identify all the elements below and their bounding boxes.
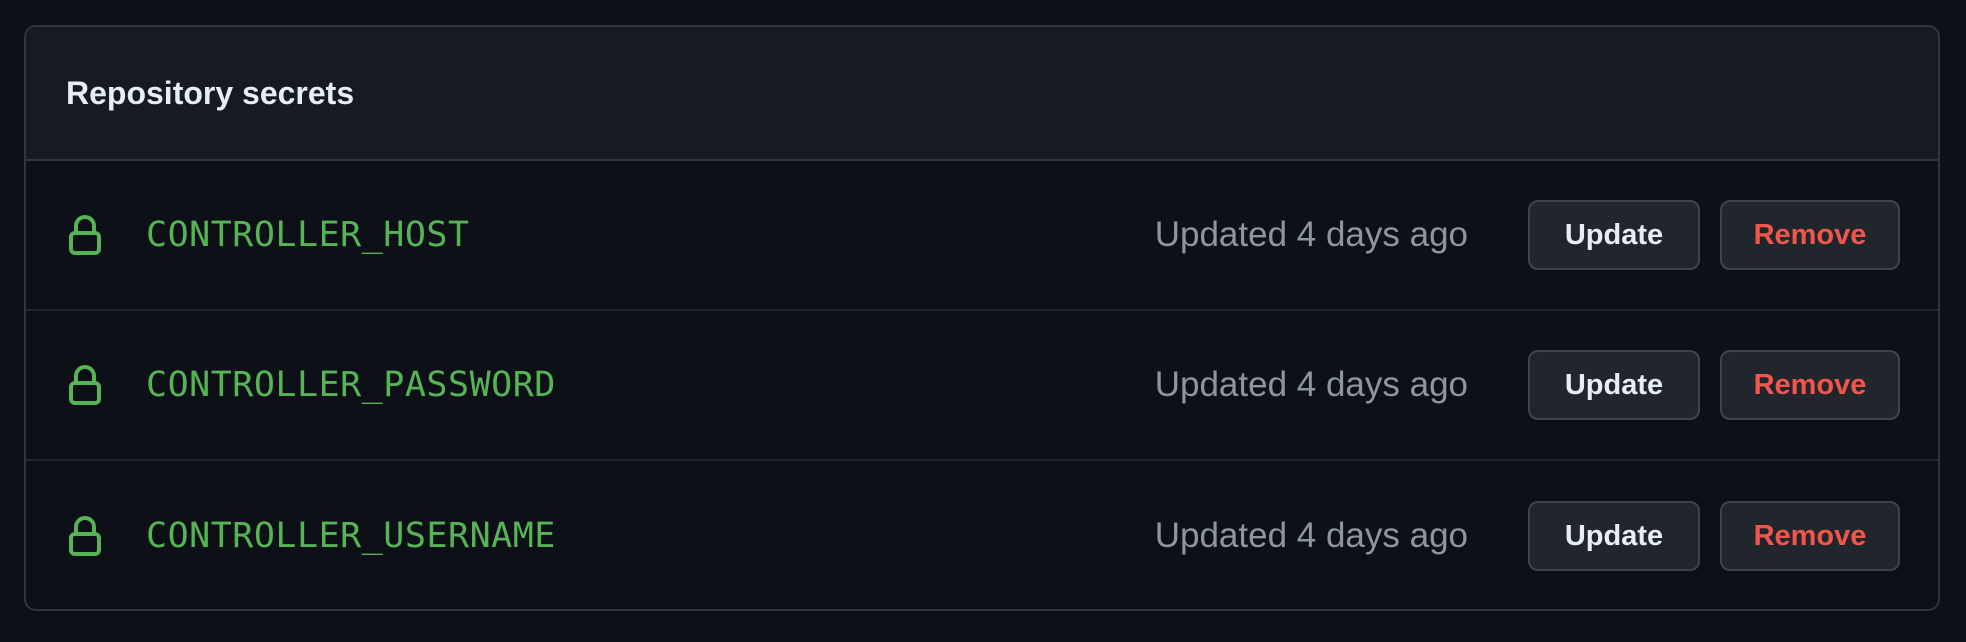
updated-timestamp: Updated 4 days ago: [1154, 516, 1468, 555]
updated-timestamp: Updated 4 days ago: [1154, 215, 1468, 254]
remove-button[interactable]: Remove: [1720, 200, 1900, 270]
lock-icon: [68, 215, 102, 255]
remove-button[interactable]: Remove: [1720, 350, 1900, 420]
update-button[interactable]: Update: [1528, 200, 1700, 270]
secret-name: CONTROLLER_USERNAME: [146, 516, 556, 556]
update-button[interactable]: Update: [1528, 350, 1700, 420]
panel-header: Repository secrets: [26, 27, 1938, 161]
lock-icon: [68, 365, 102, 405]
secret-row: CONTROLLER_HOST Updated 4 days ago Updat…: [26, 161, 1938, 311]
lock-icon: [68, 516, 102, 556]
secret-row: CONTROLLER_USERNAME Updated 4 days ago U…: [26, 461, 1938, 609]
update-button[interactable]: Update: [1528, 501, 1700, 571]
remove-button[interactable]: Remove: [1720, 501, 1900, 571]
updated-timestamp: Updated 4 days ago: [1154, 365, 1468, 404]
panel-title: Repository secrets: [66, 74, 355, 111]
secret-name: CONTROLLER_HOST: [146, 215, 470, 255]
secret-name: CONTROLLER_PASSWORD: [146, 365, 556, 405]
secret-row: CONTROLLER_PASSWORD Updated 4 days ago U…: [26, 311, 1938, 461]
repository-secrets-panel: Repository secrets CONTROLLER_HOST Updat…: [24, 25, 1940, 611]
